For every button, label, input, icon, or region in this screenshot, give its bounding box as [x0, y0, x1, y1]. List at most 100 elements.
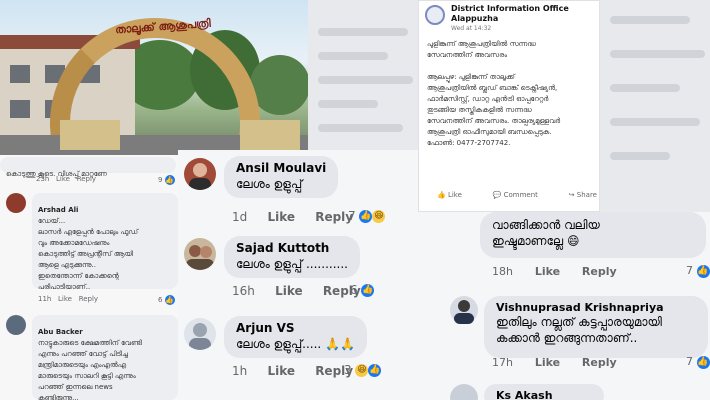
avatar[interactable] — [450, 296, 478, 324]
blurred-text — [318, 28, 408, 36]
comment-bubble: Ansil Moulavi ലേശം ഉളുപ്പ് — [224, 156, 339, 198]
avatar[interactable] — [184, 318, 216, 350]
right-comment-column: വാങ്ങിക്കാൻ വലിയ ഇഷ്ടമാണല്ലേ 😄 18h Like … — [440, 212, 710, 400]
blurred-region — [600, 0, 710, 212]
like-reaction-icon: 👍 — [368, 364, 382, 377]
reply-button[interactable]: Reply — [77, 175, 96, 183]
reaction-number: 6 — [350, 283, 358, 297]
commenter-name[interactable]: Sajad Kuttoth — [236, 241, 348, 255]
avatar[interactable] — [450, 384, 478, 400]
like-reaction-icon: 👍 — [361, 284, 375, 297]
comment-text-line: ഇതിലും നല്ലത് കട്ടപ്പാരയുമായി — [496, 315, 662, 329]
window-shape — [10, 65, 30, 83]
blurred-text — [610, 118, 700, 126]
post-share-button[interactable]: ↪ Share — [569, 191, 597, 199]
comment-item: Sajad Kuttoth ലേശം ഉളുപ്പ് ........... 1… — [178, 234, 440, 304]
facebook-post: District Information Office Alappuzha We… — [418, 0, 600, 212]
praying-hands-icon: 🙏🙏 — [325, 337, 355, 351]
blurred-text — [610, 16, 690, 24]
comment-time: 11h — [38, 295, 52, 303]
comment-bubble: Abu Backer നാട്ടുകാരുടെ ക്ഷേമത്തിന് വേണ്… — [32, 315, 178, 400]
blurred-text — [318, 52, 388, 60]
reply-button[interactable]: Reply — [79, 295, 98, 303]
grinning-face-icon: 😄 — [566, 234, 580, 248]
comment-text-line: ഇഷ്ടമാണല്ലേ 😄 — [492, 233, 694, 249]
hospital-photo: താലൂക്ക് ആശുപത്രി — [0, 0, 308, 155]
left-comment-column: കൊടുത്തു കൂടെ. വിശപ്പ് മാറ്റണേ 23h Like … — [0, 155, 180, 400]
blurred-text — [610, 152, 670, 160]
like-button[interactable]: Like — [56, 175, 70, 183]
person-icon — [189, 163, 211, 190]
comment-actions: 23h Like Reply — [36, 175, 96, 183]
speech-bubble-icon: 💬 — [492, 191, 502, 199]
avatar[interactable] — [184, 238, 216, 270]
like-button[interactable]: Like — [535, 265, 560, 278]
gate-pillar — [240, 120, 300, 150]
page-subname[interactable]: Alappuzha — [451, 14, 498, 23]
commenter-name[interactable]: Vishnuprasad Krishnapriya — [496, 301, 696, 314]
comment-time: 16h — [232, 284, 255, 298]
comment-text: നാട്ടുകാരുടെ ക്ഷേമത്തിന് വേണ്ടി എന്നും പ… — [38, 339, 142, 400]
avatar[interactable] — [184, 158, 216, 190]
commenter-name[interactable]: Abu Backer — [38, 328, 83, 336]
haha-reaction-icon: 😆 — [355, 364, 369, 377]
comment-actions: 17h Like Reply — [492, 356, 635, 369]
reaction-number: 6 — [158, 296, 163, 304]
person-icon — [186, 245, 214, 270]
blurred-text — [318, 76, 413, 84]
blurred-text — [610, 84, 680, 92]
comment-text: ഡേയ്... ലാസർ എളേപ്പൻ പോലും ഫുഡ് വും അക്ക… — [38, 217, 139, 291]
like-reaction-icon: 👍 — [696, 355, 710, 369]
comment-bubble: Sajad Kuttoth ലേശം ഉളുപ്പ് ........... — [224, 236, 360, 278]
commenter-name[interactable]: Ansil Moulavi — [236, 161, 326, 175]
reaction-count[interactable]: 7 👍 😆 — [348, 209, 386, 223]
post-comment-label: Comment — [503, 191, 538, 199]
like-button[interactable]: Like — [267, 364, 295, 378]
window-shape — [10, 100, 30, 118]
commenter-name[interactable]: Arshad Ali — [38, 206, 78, 214]
reaction-number: 7 — [348, 209, 356, 223]
comment-bubble: വാങ്ങിക്കാൻ വലിയ ഇഷ്ടമാണല്ലേ 😄 — [480, 212, 706, 258]
reaction-number: 3 — [344, 363, 352, 377]
commenter-name[interactable]: Ks Akash — [496, 389, 592, 400]
like-reaction-icon: 👍 — [359, 210, 373, 223]
like-button[interactable]: Like — [58, 295, 72, 303]
like-button[interactable]: Like — [275, 284, 303, 298]
like-button[interactable]: Like — [535, 356, 560, 369]
page-logo-icon[interactable] — [425, 5, 445, 25]
post-like-button[interactable]: 👍 Like — [437, 191, 462, 199]
post-time[interactable]: Wed at 14:32 — [451, 25, 491, 32]
comment-actions: 18h Like Reply — [492, 265, 635, 278]
reaction-count[interactable]: 7 👍 — [686, 264, 710, 278]
comment-text: ലേശം ഉളുപ്പ്..... 🙏🙏 — [236, 337, 355, 352]
middle-comment-column: Ansil Moulavi ലേശം ഉളുപ്പ് 1d Like Reply… — [178, 150, 440, 400]
comment-bubble: Vishnuprasad Krishnapriya ഇതിലും നല്ലത് … — [484, 296, 708, 358]
comment-text-line: കക്കാൻ ഇറങ്ങുന്നതാണ്.. — [496, 331, 638, 345]
avatar[interactable] — [6, 193, 26, 213]
haha-reaction-icon: 😆 — [372, 210, 386, 223]
reaction-count[interactable]: 6 👍 — [350, 283, 375, 297]
like-button[interactable]: Like — [267, 210, 295, 224]
comment-bubble: കൊടുത്തു കൂടെ. വിശപ്പ് മാറ്റണേ — [0, 157, 176, 178]
comment-text: ലേശം ഉളുപ്പ് — [236, 177, 303, 191]
avatar[interactable] — [6, 315, 26, 335]
blurred-text — [318, 124, 403, 132]
reaction-count[interactable]: 3 😆 👍 — [344, 363, 382, 377]
reaction-number: 7 — [686, 264, 693, 277]
comment-item: Arjun VS ലേശം ഉളുപ്പ്..... 🙏🙏 1h Like Re… — [178, 314, 440, 384]
share-arrow-icon: ↪ — [568, 191, 575, 199]
comment-time: 1d — [232, 210, 248, 224]
comment-time: 1h — [232, 364, 248, 378]
like-reaction-icon: 👍 — [164, 175, 175, 185]
reaction-count: 9 👍 — [158, 175, 175, 185]
comment-time: 23h — [36, 175, 50, 183]
reaction-count: 6 👍 — [158, 295, 175, 305]
commenter-name[interactable]: Arjun VS — [236, 321, 355, 335]
post-comment-button[interactable]: 💬 Comment — [493, 191, 538, 199]
page-name[interactable]: District Information Office — [451, 4, 569, 13]
reply-button[interactable]: Reply — [582, 356, 617, 369]
reaction-count[interactable]: 7 👍 — [686, 355, 710, 369]
post-like-label: Like — [447, 191, 462, 199]
reply-button[interactable]: Reply — [582, 265, 617, 278]
comment-item: Ansil Moulavi ലേശം ഉളുപ്പ് 1d Like Reply… — [178, 154, 440, 224]
